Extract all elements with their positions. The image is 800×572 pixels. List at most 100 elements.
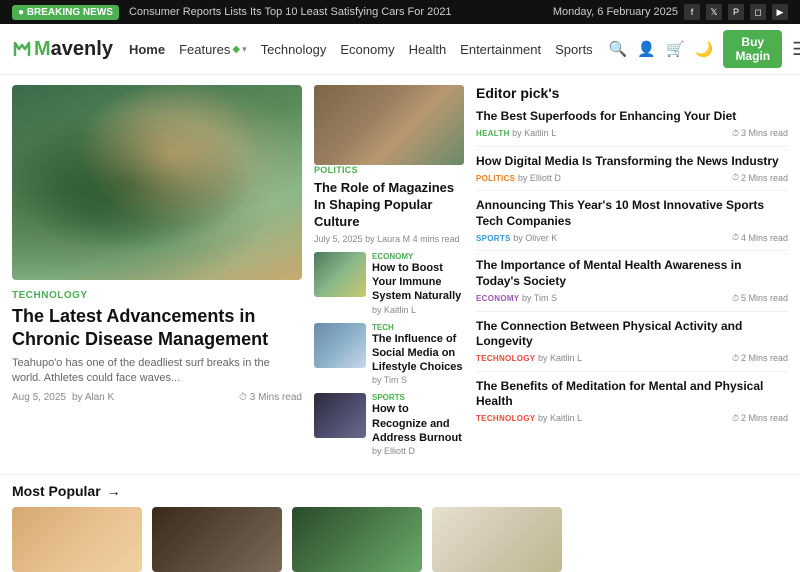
nav-features[interactable]: Features ◆ ▾	[179, 42, 247, 57]
search-icon[interactable]: 🔍	[609, 40, 628, 58]
editor-item-3-meta: ECONOMY by Tim S ⏱ 5 Mins read	[476, 293, 788, 304]
editor-item-5-author: by Kaitlin L	[538, 413, 582, 423]
editor-item-5-title[interactable]: The Benefits of Meditation for Mental an…	[476, 379, 788, 410]
editor-item-3: The Importance of Mental Health Awarenes…	[476, 258, 788, 311]
editor-item-1-author: by Elliott D	[518, 173, 561, 183]
small-article-1-title[interactable]: How to Boost Your Immune System Naturall…	[372, 261, 464, 304]
editor-item-3-title[interactable]: The Importance of Mental Health Awarenes…	[476, 258, 788, 289]
nav-entertainment[interactable]: Entertainment	[460, 42, 541, 57]
social-icons: f 𝕏 P ◻ ▶	[684, 4, 788, 20]
featured-read-time: 4 mins read	[413, 234, 460, 244]
small-article-1: ECONOMY How to Boost Your Immune System …	[314, 252, 464, 315]
popular-item-1[interactable]	[12, 507, 142, 572]
popular-item-2[interactable]	[152, 507, 282, 572]
editor-item-0-tag: HEALTH	[476, 129, 510, 138]
editor-picks-title: Editor pick's	[476, 85, 788, 101]
small-article-1-text: ECONOMY How to Boost Your Immune System …	[372, 252, 464, 315]
featured-author: by Laura M	[365, 234, 410, 244]
editor-item-1-tag: POLITICS	[476, 174, 515, 183]
hamburger-icon[interactable]: ☰	[792, 39, 800, 60]
editor-item-2-tag: SPORTS	[476, 234, 511, 243]
small-article-2-text: TECH The Influence of Social Media on Li…	[372, 323, 464, 386]
main-content: TECHNOLOGY The Latest Advancements in Ch…	[0, 75, 800, 474]
logo-m: M	[34, 38, 51, 60]
editor-section: Editor pick's The Best Superfoods for En…	[476, 85, 788, 464]
editor-item-1-read-time: ⏱ 2 Mins read	[732, 172, 788, 183]
hero-desc: Teahupo'o has one of the deadliest surf …	[12, 356, 302, 387]
editor-item-2-author: by Oliver K	[513, 233, 557, 243]
pinterest-icon[interactable]: P	[728, 4, 744, 20]
hero-date: Aug 5, 2025	[12, 392, 66, 403]
hero-author: by Alan K	[72, 392, 114, 403]
features-chevron-icon: ▾	[242, 44, 247, 55]
editor-item-1-meta: POLITICS by Elliott D ⏱ 2 Mins read	[476, 172, 788, 183]
small-article-3-title[interactable]: How to Recognize and Address Burnout	[372, 402, 464, 445]
logo-icon	[12, 39, 32, 59]
nav-sports[interactable]: Sports	[555, 42, 593, 57]
featured-date: July 5, 2025	[314, 234, 363, 244]
most-popular-section: Most Popular →	[0, 474, 800, 572]
features-diamond-icon: ◆	[232, 44, 240, 55]
editor-item-2: Announcing This Year's 10 Most Innovativ…	[476, 198, 788, 251]
logo[interactable]: Mavenly	[12, 38, 113, 61]
hero-title[interactable]: The Latest Advancements in Chronic Disea…	[12, 305, 302, 352]
editor-item-4: The Connection Between Physical Activity…	[476, 319, 788, 372]
small-article-3-image[interactable]	[314, 393, 366, 438]
popular-item-3[interactable]	[292, 507, 422, 572]
featured-meta: July 5, 2025 by Laura M 4 mins read	[314, 234, 464, 244]
most-popular-arrow[interactable]: →	[107, 483, 121, 499]
small-article-3: SPORTS How to Recognize and Address Burn…	[314, 393, 464, 456]
nav-health[interactable]: Health	[409, 42, 447, 57]
editor-item-3-tag: ECONOMY	[476, 294, 519, 303]
buy-button[interactable]: Buy Magin	[723, 30, 782, 68]
editor-item-2-title[interactable]: Announcing This Year's 10 Most Innovativ…	[476, 198, 788, 229]
editor-item-1-title[interactable]: How Digital Media Is Transforming the Ne…	[476, 154, 788, 170]
featured-large-image[interactable]	[314, 85, 464, 165]
flower-overlay	[12, 85, 302, 280]
most-popular-title: Most Popular	[12, 483, 101, 499]
popular-item-4[interactable]	[432, 507, 562, 572]
nav-home[interactable]: Home	[129, 42, 165, 57]
hero-read-time-text: 3 Mins read	[250, 392, 302, 403]
editor-item-0-read-time: ⏱ 3 Mins read	[732, 128, 788, 139]
editor-item-4-title[interactable]: The Connection Between Physical Activity…	[476, 319, 788, 350]
editor-item-2-read-time: ⏱ 4 Mins read	[732, 232, 788, 243]
youtube-icon[interactable]: ▶	[772, 4, 788, 20]
hero-text-area: TECHNOLOGY The Latest Advancements in Ch…	[12, 280, 302, 409]
featured-title[interactable]: The Role of Magazines In Shaping Popular…	[314, 180, 464, 231]
twitter-icon[interactable]: 𝕏	[706, 4, 722, 20]
cart-icon[interactable]: 🛒	[666, 40, 685, 58]
theme-icon[interactable]: 🌙	[695, 40, 714, 58]
editor-item-3-read-time: ⏱ 5 Mins read	[732, 293, 788, 304]
editor-item-5-tag: TECHNOLOGY	[476, 414, 535, 423]
editor-item-5: The Benefits of Meditation for Mental an…	[476, 379, 788, 431]
editor-item-2-meta: SPORTS by Oliver K ⏱ 4 Mins read	[476, 232, 788, 243]
logo-text: Mavenly	[34, 38, 113, 61]
editor-item-0: The Best Superfoods for Enhancing Your D…	[476, 109, 788, 147]
breaking-bar: ● BREAKING NEWS Consumer Reports Lists I…	[0, 0, 800, 24]
small-article-2-meta: by Tim S	[372, 375, 464, 385]
small-article-1-image[interactable]	[314, 252, 366, 297]
featured-tag: POLITICS	[314, 165, 464, 175]
date-text: Monday, 6 February 2025	[553, 6, 678, 18]
featured-large-image-inner	[314, 85, 464, 165]
small-article-2-title[interactable]: The Influence of Social Media on Lifesty…	[372, 332, 464, 375]
nav-economy[interactable]: Economy	[340, 42, 394, 57]
middle-section: POLITICS The Role of Magazines In Shapin…	[314, 85, 464, 464]
hero-image[interactable]	[12, 85, 302, 280]
facebook-icon[interactable]: f	[684, 4, 700, 20]
breaking-label: ● BREAKING NEWS	[12, 5, 119, 20]
clock-icon: ⏱	[239, 392, 247, 403]
nav-technology[interactable]: Technology	[261, 42, 327, 57]
editor-item-4-tag: TECHNOLOGY	[476, 354, 535, 363]
editor-item-0-title[interactable]: The Best Superfoods for Enhancing Your D…	[476, 109, 788, 125]
instagram-icon[interactable]: ◻	[750, 4, 766, 20]
small-article-1-meta: by Kaitlin L	[372, 305, 464, 315]
hero-meta-left: Aug 5, 2025 by Alan K	[12, 392, 114, 403]
most-popular-header: Most Popular →	[12, 483, 788, 499]
user-icon[interactable]: 👤	[637, 40, 656, 58]
hero-section: TECHNOLOGY The Latest Advancements in Ch…	[12, 85, 302, 464]
nav-links: Home Features ◆ ▾ Technology Economy Hea…	[129, 42, 593, 57]
small-article-2-image[interactable]	[314, 323, 366, 368]
editor-item-4-meta: TECHNOLOGY by Kaitlin L ⏱ 2 Mins read	[476, 353, 788, 364]
